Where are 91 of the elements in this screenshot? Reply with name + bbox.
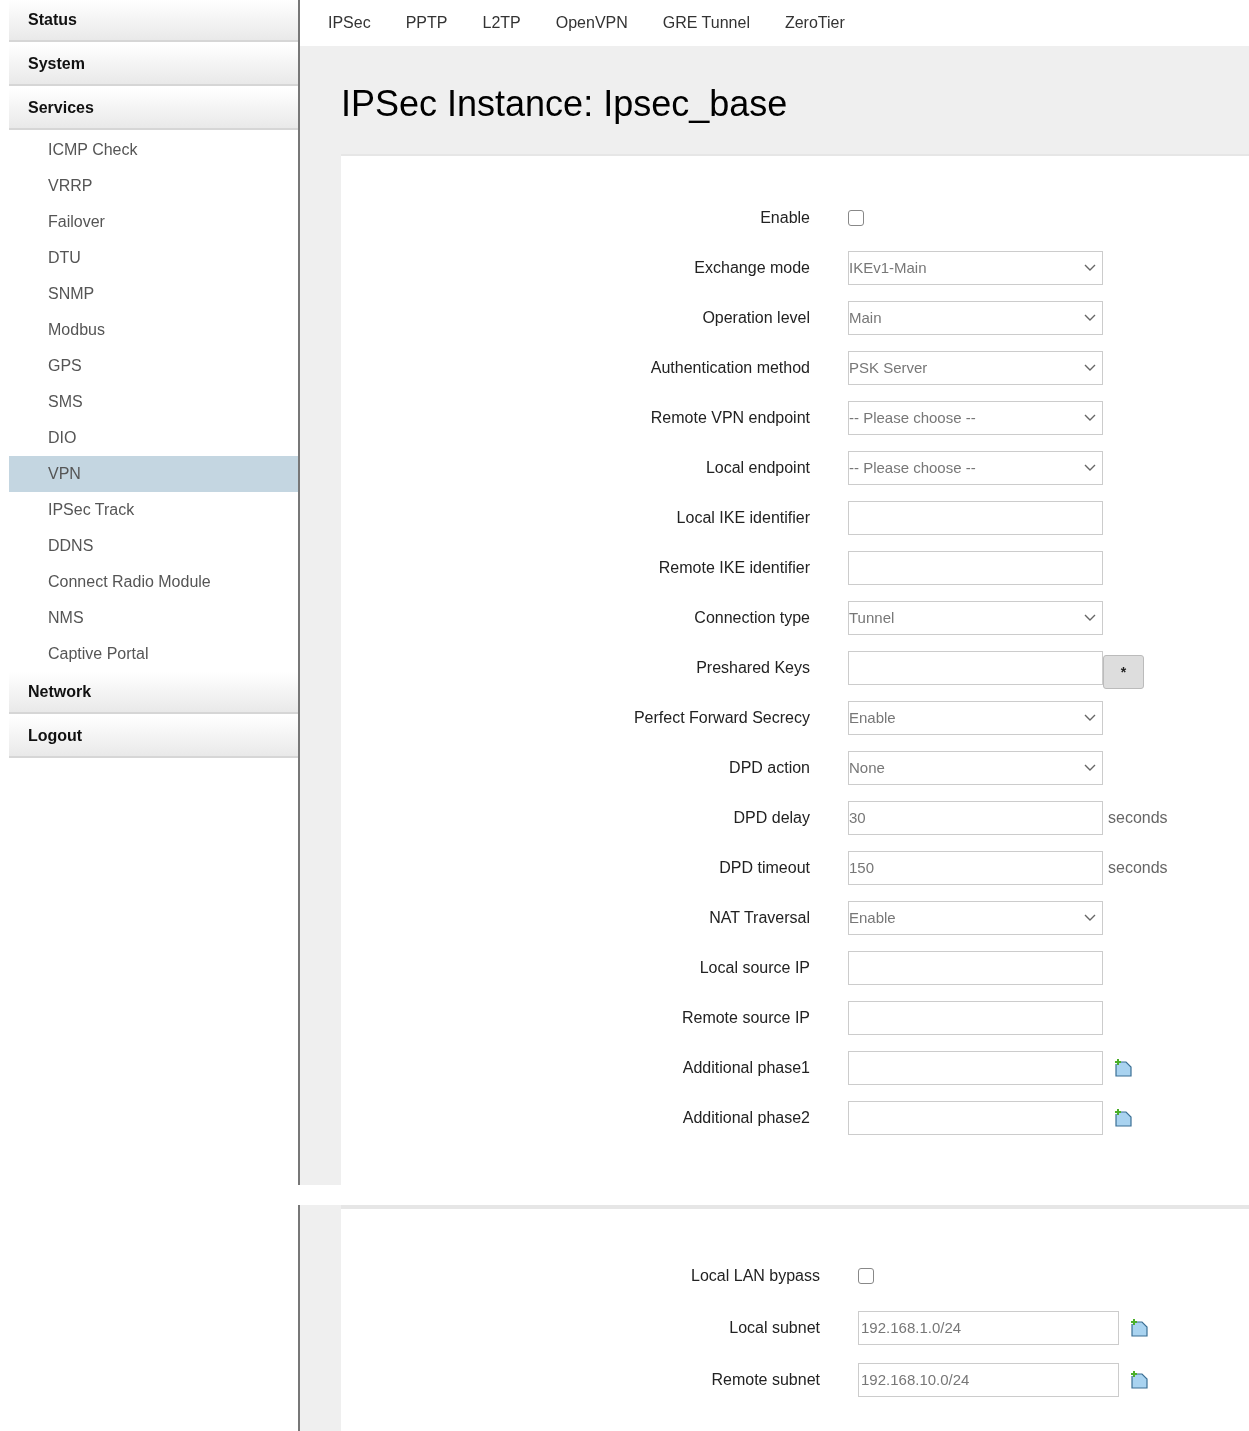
field-label: Remote subnet xyxy=(710,1370,820,1390)
field-label: Remote IKE identifier xyxy=(657,558,810,578)
field-label: Exchange mode xyxy=(693,258,810,278)
unit-label: seconds xyxy=(1108,858,1168,878)
field-label: DPD action xyxy=(728,758,810,778)
dropdown-value: IKEv1-Main xyxy=(849,257,927,278)
chevron-down-icon xyxy=(1084,914,1096,922)
page-title: IPSec Instance: Ipsec_base xyxy=(340,82,789,126)
dropdown-value: None xyxy=(849,757,885,778)
input-field[interactable]: 192.168.10.0/24 xyxy=(858,1363,1119,1397)
dropdown-value: PSK Server xyxy=(849,357,928,378)
chevron-down-icon xyxy=(1084,364,1096,372)
tab[interactable]: PPTP xyxy=(405,11,448,35)
dropdown-value: Enable xyxy=(849,707,896,728)
input-field[interactable] xyxy=(848,1001,1103,1035)
field-label: Local IKE identifier xyxy=(675,508,810,528)
dropdown-value: Enable xyxy=(849,907,896,928)
dropdown-value: -- Please choose -- xyxy=(849,457,976,478)
field-label: DPD timeout xyxy=(718,858,810,878)
sidebar-item[interactable]: DTU xyxy=(9,240,298,276)
chevron-down-icon xyxy=(1084,464,1096,472)
sidebar-item[interactable]: Captive Portal xyxy=(9,636,298,672)
tab[interactable]: L2TP xyxy=(482,11,521,35)
sidebar-item[interactable]: SNMP xyxy=(9,276,298,312)
field-label: Connection type xyxy=(693,608,810,628)
tab[interactable]: GRE Tunnel xyxy=(662,11,750,35)
dropdown-value: Main xyxy=(849,307,882,328)
field-label: Operation level xyxy=(701,308,810,328)
tab[interactable]: ZeroTier xyxy=(784,11,845,35)
field-label: Perfect Forward Secrecy xyxy=(632,708,810,728)
field-label: Local LAN bypass xyxy=(690,1266,820,1286)
dropdown[interactable]: PSK Server xyxy=(848,351,1103,385)
input-field[interactable]: 150 xyxy=(848,851,1103,885)
add-icon[interactable] xyxy=(1129,1318,1149,1338)
field-label: DPD delay xyxy=(732,808,810,828)
chevron-down-icon xyxy=(1084,764,1096,772)
input-field[interactable] xyxy=(848,951,1103,985)
sidebar-item[interactable]: SMS xyxy=(9,384,298,420)
field-label: Remote source IP xyxy=(680,1008,810,1028)
input-field[interactable] xyxy=(848,1051,1103,1085)
dropdown[interactable]: None xyxy=(848,751,1103,785)
input-field[interactable] xyxy=(848,501,1103,535)
checkbox[interactable] xyxy=(848,210,864,226)
field-label: Additional phase1 xyxy=(681,1058,810,1078)
chevron-down-icon xyxy=(1084,614,1096,622)
field-label: Local subnet xyxy=(728,1318,820,1338)
sidebar-item[interactable]: DDNS xyxy=(9,528,298,564)
tab[interactable]: OpenVPN xyxy=(555,11,628,35)
add-icon[interactable] xyxy=(1129,1370,1149,1390)
dropdown[interactable]: IKEv1-Main xyxy=(848,251,1103,285)
input-field[interactable] xyxy=(848,1101,1103,1135)
sidebar-item[interactable]: Connect Radio Module xyxy=(9,564,298,600)
sidebar-item[interactable]: ICMP Check xyxy=(9,132,298,168)
chevron-down-icon xyxy=(1084,414,1096,422)
dropdown[interactable]: -- Please choose -- xyxy=(848,401,1103,435)
add-icon[interactable] xyxy=(1113,1108,1133,1128)
sidebar-item[interactable]: NMS xyxy=(9,600,298,636)
chevron-down-icon xyxy=(1084,314,1096,322)
reveal-button[interactable]: * xyxy=(1103,655,1144,689)
dropdown-value: -- Please choose -- xyxy=(849,407,976,428)
unit-label: seconds xyxy=(1108,808,1168,828)
tab[interactable]: IPSec xyxy=(328,11,371,35)
checkbox[interactable] xyxy=(858,1268,874,1284)
input-field[interactable] xyxy=(848,651,1103,685)
field-label: Authentication method xyxy=(649,358,810,378)
sidebar-item[interactable]: VPN xyxy=(9,456,298,492)
sidebar-item[interactable]: Modbus xyxy=(9,312,298,348)
dropdown-value: Tunnel xyxy=(849,607,895,628)
dropdown[interactable]: Enable xyxy=(848,701,1103,735)
field-label: Local endpoint xyxy=(704,458,810,478)
sidebar-item[interactable]: VRRP xyxy=(9,168,298,204)
input-field[interactable] xyxy=(848,551,1103,585)
input-field[interactable]: 30 xyxy=(848,801,1103,835)
dropdown[interactable]: -- Please choose -- xyxy=(848,451,1103,485)
input-field[interactable]: 192.168.1.0/24 xyxy=(858,1311,1119,1345)
sidebar-item[interactable]: DIO xyxy=(9,420,298,456)
field-label: Local source IP xyxy=(698,958,810,978)
chevron-down-icon xyxy=(1084,714,1096,722)
chevron-down-icon xyxy=(1084,264,1096,272)
sidebar-item[interactable]: IPSec Track xyxy=(9,492,298,528)
field-label: Remote VPN endpoint xyxy=(649,408,810,428)
field-label: NAT Traversal xyxy=(708,908,810,928)
field-label: Preshared Keys xyxy=(695,658,810,678)
field-label: Enable xyxy=(759,208,810,228)
dropdown[interactable]: Enable xyxy=(848,901,1103,935)
sidebar-item[interactable]: GPS xyxy=(9,348,298,384)
dropdown[interactable]: Main xyxy=(848,301,1103,335)
field-label: Additional phase2 xyxy=(681,1108,810,1128)
dropdown[interactable]: Tunnel xyxy=(848,601,1103,635)
sidebar-item[interactable]: Failover xyxy=(9,204,298,240)
add-icon[interactable] xyxy=(1113,1058,1133,1078)
